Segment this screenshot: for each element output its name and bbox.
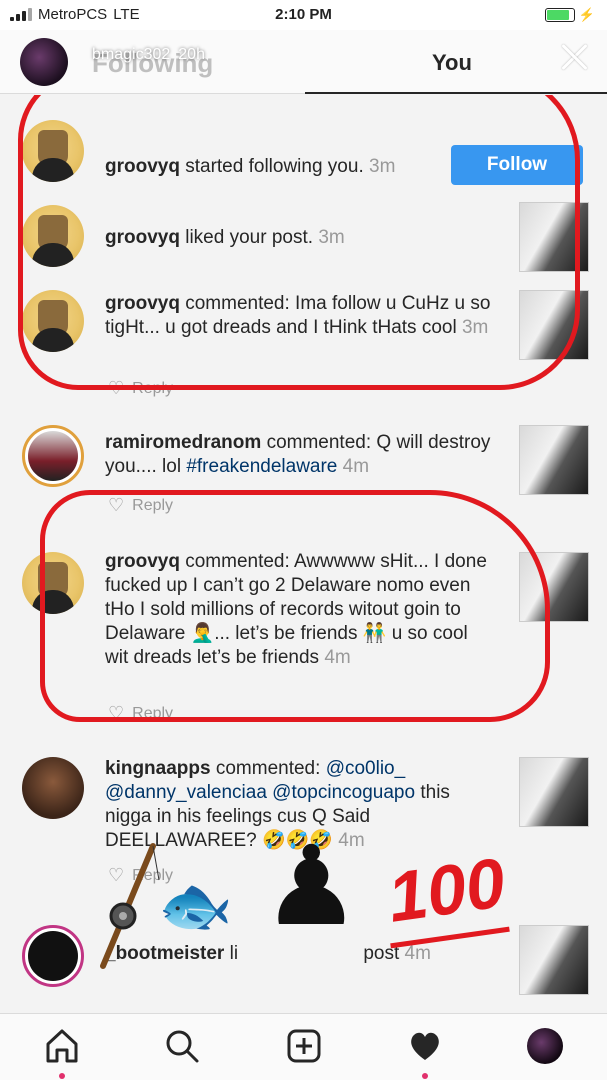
avatar[interactable] (22, 290, 84, 352)
activity-text: ramiromedranom commented: Q will destroy… (105, 431, 495, 479)
battery-icon: ⚡ (544, 7, 595, 23)
action-text: liked your post. (185, 227, 314, 248)
action-text: commented: (215, 758, 321, 779)
close-icon[interactable] (559, 42, 589, 72)
story-username[interactable]: bmagic302 20h (92, 46, 205, 64)
chess-pawn-icon: ♟ (262, 825, 361, 948)
timestamp: 4m (324, 647, 351, 668)
add-icon[interactable] (282, 1026, 326, 1070)
username[interactable]: groovyq (105, 293, 180, 314)
avatar[interactable] (22, 925, 84, 987)
post-thumbnail[interactable] (519, 290, 589, 360)
avatar[interactable] (22, 757, 84, 819)
list-item: groovyq commented: Ima follow u CuHz u s… (0, 288, 607, 398)
avatar[interactable] (22, 425, 84, 487)
avatar[interactable] (22, 552, 84, 614)
reply-row: ♡ Reply (108, 703, 173, 724)
post-thumbnail[interactable] (519, 925, 589, 995)
story-header: Following bmagic302 20h You (0, 30, 607, 94)
heart-icon[interactable]: ♡ (108, 703, 124, 724)
reply-row: ♡ Reply (108, 495, 173, 516)
timestamp: 4m (404, 943, 431, 964)
username[interactable]: ramiromedranom (105, 432, 261, 453)
post-thumbnail[interactable] (519, 757, 589, 827)
list-item: groovyq started following you. 3m Follow (0, 115, 607, 185)
bottom-nav (0, 1013, 607, 1080)
post-thumbnail[interactable] (519, 552, 589, 622)
tab-underline (305, 92, 607, 94)
reply-button[interactable]: Reply (132, 380, 173, 398)
fish-icon: 🐟 (158, 872, 233, 939)
post-thumbnail[interactable] (519, 202, 589, 272)
story-avatar[interactable] (20, 38, 68, 86)
timestamp: 3m (369, 156, 396, 177)
post-thumbnail[interactable] (519, 425, 589, 495)
tab-you[interactable]: You (432, 50, 472, 76)
timestamp: 3m (318, 227, 345, 248)
search-icon[interactable] (160, 1026, 204, 1070)
story-time-ago: 20h (178, 46, 205, 63)
timestamp: 4m (342, 456, 370, 477)
reply-button[interactable]: Reply (132, 497, 173, 515)
username[interactable]: kingnaapps (105, 758, 211, 779)
clock: 2:10 PM (275, 6, 332, 23)
avatar[interactable] (22, 205, 84, 267)
action-text: li (229, 943, 239, 964)
activity-text: groovyq liked your post. 3m (105, 226, 495, 250)
hashtag-link[interactable]: #freakendelaware (186, 456, 337, 477)
home-icon[interactable] (40, 1026, 84, 1079)
heart-icon[interactable] (403, 1026, 447, 1079)
reply-row: ♡ Reply (108, 378, 173, 399)
hundred-icon: 100 (383, 843, 510, 937)
story-username-text: bmagic302 (92, 46, 171, 63)
activity-text: groovyq started following you. 3m (105, 155, 495, 179)
avatar[interactable] (22, 120, 84, 182)
username[interactable]: groovyq (105, 551, 180, 572)
status-bar: MetroPCS LTE 2:10 PM ⚡ (0, 0, 607, 30)
fishing-rod-icon (100, 843, 160, 969)
activity-text: groovyq commented: Ima follow u CuHz u s… (105, 292, 495, 340)
notification-dot (422, 1073, 428, 1079)
list-item: ramiromedranom commented: Q will destroy… (0, 425, 607, 525)
activity-text: groovyq commented: Awwwww sHit... I done… (105, 550, 495, 670)
profile-icon[interactable] (523, 1026, 567, 1070)
username[interactable]: groovyq (105, 227, 180, 248)
reply-button[interactable]: Reply (132, 705, 173, 723)
username[interactable]: groovyq (105, 156, 180, 177)
timestamp: 3m (461, 317, 489, 338)
follow-button[interactable]: Follow (451, 145, 583, 185)
list-item: groovyq liked your post. 3m (0, 200, 607, 280)
list-item: groovyq commented: Awwwww sHit... I done… (0, 550, 607, 730)
heart-icon[interactable]: ♡ (108, 378, 124, 399)
notification-dot (59, 1073, 65, 1079)
action-text: started following you. (185, 156, 364, 177)
heart-icon[interactable]: ♡ (108, 495, 124, 516)
